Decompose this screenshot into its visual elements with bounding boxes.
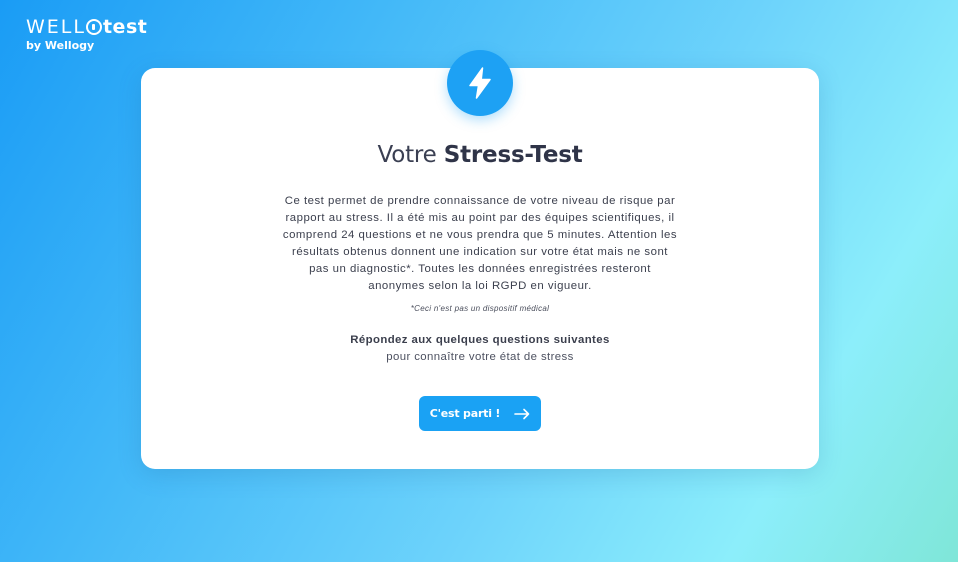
lightning-bolt-icon xyxy=(469,67,491,99)
title-regular: Votre xyxy=(377,142,437,168)
arrow-right-icon xyxy=(514,408,530,420)
medical-disclaimer: *Ceci n'est pas un dispositif médical xyxy=(410,304,550,313)
test-description: Ce test permet de prendre connaissance d… xyxy=(282,195,678,292)
page-title: Votre Stress-Test xyxy=(141,142,819,168)
questions-prompt: Répondez aux quelques questions suivante… xyxy=(350,334,610,346)
intro-card: Votre Stress-Test Ce test permet de pren… xyxy=(141,50,819,469)
brand-wordmark: WELL test xyxy=(26,16,147,38)
title-bold: Stress-Test xyxy=(443,142,583,168)
wello-logo-mark-icon xyxy=(85,19,102,35)
start-test-button[interactable]: C'est parti ! xyxy=(419,396,541,431)
brand-logo[interactable]: WELL test by Wellogy xyxy=(26,16,147,52)
start-button-label: C'est parti ! xyxy=(429,407,501,420)
brand-subtitle: by Wellogy xyxy=(26,39,95,52)
brand-name-part1: WELL xyxy=(26,16,86,38)
lightning-badge xyxy=(447,50,513,116)
questions-subprompt: pour connaître votre état de stress xyxy=(386,351,574,363)
brand-name-part2: test xyxy=(102,16,148,38)
